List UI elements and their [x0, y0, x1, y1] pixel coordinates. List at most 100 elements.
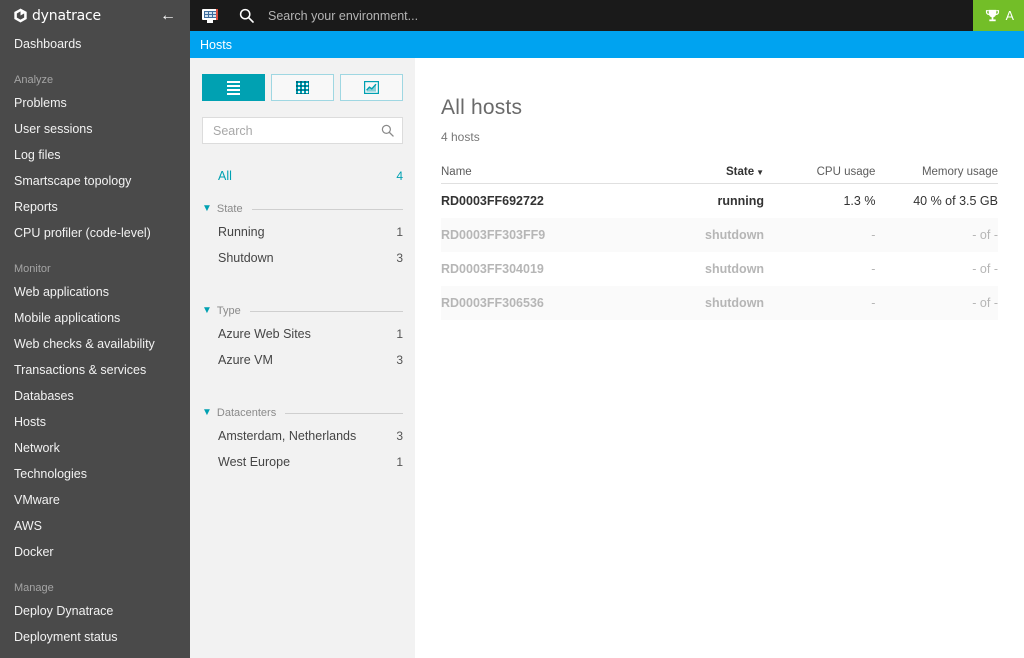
- search-input[interactable]: [203, 118, 402, 143]
- chevron-down-icon: ▼: [202, 305, 212, 316]
- filter-label: West Europe: [218, 455, 291, 469]
- top-bar: Search your environment... A: [190, 0, 1024, 31]
- sidebar-item-problems[interactable]: Problems: [0, 90, 190, 116]
- host-name-cell: RD0003FF304019: [441, 262, 544, 276]
- brand-wordmark: dynatrace: [32, 7, 101, 24]
- filter-row-amsterdam-netherlands[interactable]: Amsterdam, Netherlands 3: [202, 423, 403, 449]
- filter-count: 1: [396, 225, 403, 239]
- filter-group-header-datacenters[interactable]: ▼ Datacenters: [202, 401, 403, 423]
- filter-label: Shutdown: [218, 251, 274, 265]
- sidebar-item-deployment-status[interactable]: Deployment status: [0, 624, 190, 650]
- sidebar-item-mobile-applications[interactable]: Mobile applications: [0, 305, 190, 331]
- column-header-state[interactable]: State ▼: [630, 166, 765, 184]
- sidebar-item-log-files[interactable]: Log files: [0, 142, 190, 168]
- sidebar-item-technologies[interactable]: Technologies: [0, 461, 190, 487]
- sidebar-item-network[interactable]: Network: [0, 435, 190, 461]
- sidebar-item-reports[interactable]: Reports: [0, 194, 190, 220]
- list-view-button[interactable]: [202, 74, 265, 101]
- sidebar-item-deploy-dynatrace[interactable]: Deploy Dynatrace: [0, 598, 190, 624]
- table-row[interactable]: RD0003FF306536 shutdown - - of -: [441, 286, 998, 320]
- host-state-cell: shutdown: [705, 296, 765, 310]
- filter-row-west-europe[interactable]: West Europe 1: [202, 449, 403, 475]
- grid-view-icon: [296, 81, 309, 94]
- filter-group-header-state[interactable]: ▼ State: [202, 197, 403, 219]
- filter-group-label: Type: [216, 305, 241, 317]
- host-memory-cell: - of -: [972, 262, 998, 276]
- filter-count: 1: [396, 327, 403, 341]
- filter-row-azure-vm[interactable]: Azure VM 3: [202, 347, 403, 373]
- table-row[interactable]: RD0003FF303FF9 shutdown - - of -: [441, 218, 998, 252]
- divider: [251, 208, 403, 210]
- filter-group-spacer: [202, 271, 403, 291]
- filter-row-azure-web-sites[interactable]: Azure Web Sites 1: [202, 321, 403, 347]
- filter-list: All 4 ▼ State Running 1 Shutdown 3 ▼ Type Azure We…: [190, 163, 415, 475]
- content-title: All hosts: [441, 96, 523, 119]
- sidebar-item-aws[interactable]: AWS: [0, 513, 190, 539]
- filter-label: Amsterdam, Netherlands: [218, 429, 357, 443]
- sidebar-group-label-manage: Manage: [14, 582, 54, 594]
- filter-row-running[interactable]: Running 1: [202, 219, 403, 245]
- column-header-name[interactable]: Name: [441, 166, 631, 184]
- page-title: Hosts: [200, 37, 232, 52]
- collapse-sidebar-icon[interactable]: ←: [160, 7, 178, 24]
- host-name-cell: RD0003FF306536: [441, 296, 544, 310]
- host-state-cell: shutdown: [705, 262, 765, 276]
- host-memory-cell: 40 % of 3.5 GB: [913, 194, 998, 208]
- host-cpu-cell: -: [871, 296, 876, 310]
- filter-label: Azure VM: [218, 353, 273, 367]
- filter-row-shutdown[interactable]: Shutdown 3: [202, 245, 403, 271]
- table-row[interactable]: RD0003FF304019 shutdown - - of -: [441, 252, 998, 286]
- filter-count: 3: [396, 429, 403, 443]
- sidebar-item-hosts[interactable]: Hosts: [0, 409, 190, 435]
- view-toggle-group: [190, 58, 415, 101]
- host-state-cell: running: [717, 194, 765, 208]
- sidebar-item-smartscape-topology[interactable]: Smartscape topology: [0, 168, 190, 194]
- hosts-card: All hosts 4 hosts Name State ▼ CPU usage …: [415, 72, 1024, 358]
- column-header-memory-usage[interactable]: Memory usage: [875, 166, 998, 184]
- sidebar-item-cpu-profiler-code-level[interactable]: CPU profiler (code-level): [0, 220, 190, 246]
- trophy-icon: [985, 9, 999, 21]
- filter-count: 4: [396, 169, 403, 183]
- filter-label: Azure Web Sites: [218, 327, 311, 341]
- sidebar-item-transactions-services[interactable]: Transactions & services: [0, 357, 190, 383]
- page-title-bar: Hosts: [190, 31, 1024, 58]
- sidebar-item-dashboards[interactable]: Dashboards: [0, 31, 190, 57]
- host-name-cell: RD0003FF303FF9: [441, 228, 546, 242]
- filter-group-header-type[interactable]: ▼ Type: [202, 299, 403, 321]
- chart-view-button[interactable]: [340, 74, 403, 101]
- table-row[interactable]: RD0003FF692722 running 1.3 % 40 % of 3.5 GB: [441, 184, 998, 219]
- filter-group-spacer: [202, 373, 403, 393]
- dynatrace-logo[interactable]: dynatrace: [13, 8, 101, 24]
- dynatrace-hexagon-icon: [14, 8, 27, 23]
- account-badge[interactable]: A: [972, 0, 1024, 31]
- sidebar-item-vmware[interactable]: VMware: [0, 487, 190, 513]
- monitor-icon[interactable]: [202, 8, 218, 23]
- hosts-table-body: RD0003FF692722 running 1.3 % 40 % of 3.5 GB…: [441, 184, 998, 320]
- filter-count: 3: [396, 251, 403, 265]
- filter-count: 3: [396, 353, 403, 367]
- search-icon[interactable]: [239, 8, 254, 23]
- host-cpu-cell: -: [871, 262, 876, 276]
- host-memory-cell: - of -: [972, 296, 998, 310]
- table-header-row: Name State ▼ CPU usage Memory usage: [441, 166, 998, 184]
- filter-search-box[interactable]: [202, 117, 403, 144]
- grid-view-button[interactable]: [271, 74, 334, 101]
- filter-search-wrap: [190, 101, 415, 144]
- host-cpu-cell: -: [871, 228, 876, 242]
- divider: [285, 412, 403, 414]
- hosts-table: Name State ▼ CPU usage Memory usage RD000…: [441, 166, 998, 320]
- host-memory-cell: - of -: [972, 228, 998, 242]
- sidebar-item-web-applications[interactable]: Web applications: [0, 279, 190, 305]
- filter-row-all[interactable]: All 4: [202, 163, 403, 189]
- host-state-cell: shutdown: [705, 228, 765, 242]
- sidebar-item-user-sessions[interactable]: User sessions: [0, 116, 190, 142]
- sidebar-item-web-checks-availability[interactable]: Web checks & availability: [0, 331, 190, 357]
- column-header-cpu-usage[interactable]: CPU usage: [764, 166, 876, 184]
- sidebar-item-docker[interactable]: Docker: [0, 539, 190, 565]
- global-search-input[interactable]: Search your environment...: [268, 9, 418, 23]
- search-icon[interactable]: [381, 124, 394, 137]
- sidebar-item-databases[interactable]: Databases: [0, 383, 190, 409]
- chart-view-icon: [364, 81, 379, 94]
